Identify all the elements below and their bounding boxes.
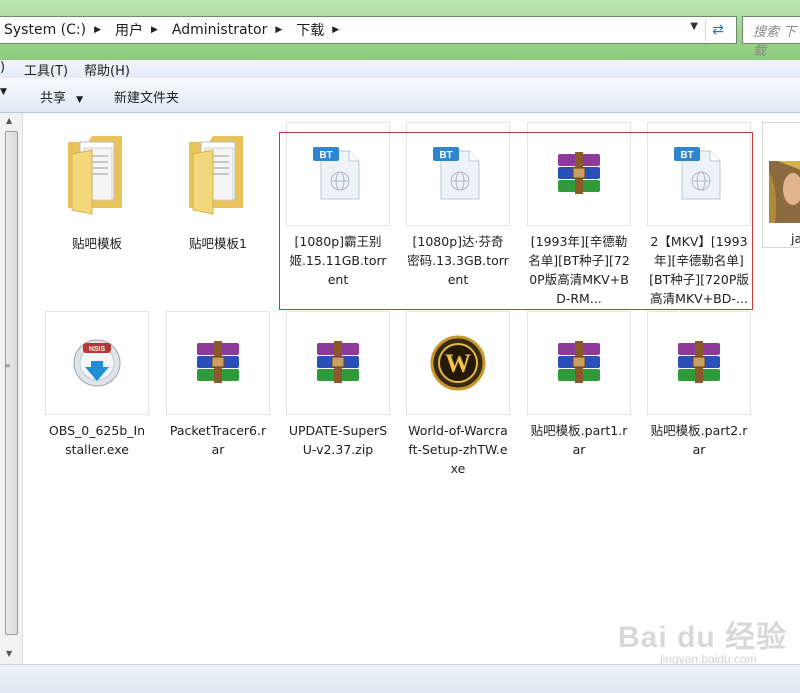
breadcrumb-label: 用户 (115, 23, 143, 39)
file-name: [1993年][辛德勒名单][BT种子][720P版高清MKV+BD-RM... (528, 234, 630, 306)
chevron-down-icon: ▼ (76, 95, 84, 105)
share-label: 共享 (40, 91, 67, 106)
scrollbar-thumb[interactable] (5, 131, 18, 635)
file-name: 贴吧模板 (71, 236, 122, 251)
command-bar: ▼ 共享 ▼ 新建文件夹 (0, 78, 800, 113)
breadcrumb-arrow-icon[interactable]: ▶ (275, 25, 282, 35)
file-name: 2【MKV】[1993年][辛德勒名单][BT种子][720P版高清MKV+BD… (649, 234, 749, 306)
address-bar-area: System (C:) ▶ 用户 ▶ Administrator ▶ 下载 ▶ … (0, 0, 800, 60)
file-item-torrent[interactable]: BT 2【MKV】[1993年][辛德勒名单][BT种子][720P版高清MKV… (646, 122, 752, 308)
svg-text:BT: BT (439, 150, 452, 161)
file-name: World-of-Warcraft-Setup-zhTW.exe (408, 423, 508, 476)
menu-item-tools[interactable]: 工具(T) (24, 60, 68, 79)
torrent-file-icon: BT (313, 147, 360, 200)
organize-dropdown-icon[interactable]: ▼ (0, 87, 7, 97)
svg-text:BT: BT (680, 150, 693, 161)
breadcrumb-item-downloads[interactable]: 下载 ▶ (292, 20, 349, 40)
file-thumbnail (647, 311, 751, 415)
breadcrumb-arrow-icon[interactable]: ▶ (94, 25, 101, 35)
vertical-scrollbar[interactable]: ▲ ≡ ▼ (0, 113, 23, 664)
file-thumbnail: BT (647, 122, 751, 226)
photo-thumbnail-icon (769, 161, 800, 223)
breadcrumb-label: System (C:) (4, 22, 87, 38)
file-thumbnail (527, 311, 631, 415)
breadcrumb-item-drive[interactable]: System (C:) ▶ (0, 22, 111, 38)
file-name: 贴吧模板.part2.rar (650, 423, 748, 457)
rar-archive-icon (197, 341, 239, 383)
file-name: [1080p]霸王别姬.15.11GB.torrent (289, 234, 387, 287)
rar-archive-icon (558, 152, 600, 194)
file-item-exe[interactable]: W World-of-Warcraft-Setup-zhTW.exe (405, 311, 511, 478)
file-item-archive[interactable]: PacketTracer6.rar (165, 311, 271, 459)
file-thumbnail: NSIS (45, 311, 149, 415)
refresh-icon[interactable]: ⇄ (705, 19, 730, 41)
breadcrumb-arrow-icon[interactable]: ▶ (332, 25, 339, 35)
rar-archive-icon (678, 341, 720, 383)
new-folder-button[interactable]: 新建文件夹 (114, 87, 179, 106)
file-item-torrent[interactable]: BT [1080p]霸王别姬.15.11GB.torrent (285, 122, 391, 289)
file-name: PacketTracer6.rar (169, 423, 267, 457)
scroll-down-icon[interactable]: ▼ (6, 649, 12, 658)
status-bar (0, 664, 800, 693)
file-name: [1080p]达·芬奇密码.13.3GB.torrent (407, 234, 509, 287)
share-button[interactable]: 共享 ▼ (40, 87, 83, 106)
file-thumbnail (166, 311, 270, 415)
warcraft-game-icon: W (430, 335, 486, 391)
file-name: 贴吧模板.part1.rar (530, 423, 628, 457)
file-item-archive[interactable]: [1993年][辛德勒名单][BT种子][720P版高清MKV+BD-RM... (526, 122, 632, 308)
file-thumbnail: BT (286, 122, 390, 226)
breadcrumb-item-administrator[interactable]: Administrator ▶ (168, 22, 292, 38)
file-name: ja (791, 231, 800, 246)
torrent-file-icon: BT (433, 147, 480, 200)
rar-archive-icon (317, 341, 359, 383)
file-thumbnail: W (406, 311, 510, 415)
installer-icon: NSIS (73, 339, 121, 387)
torrent-file-icon: BT (674, 147, 721, 200)
file-item-torrent[interactable]: BT [1080p]达·芬奇密码.13.3GB.torrent (405, 122, 511, 289)
breadcrumb-label: Administrator (171, 22, 268, 38)
menu-bar: ) 工具(T) 帮助(H) (0, 60, 800, 79)
file-name: UPDATE-SuperSU-v2.37.zip (288, 423, 388, 457)
breadcrumb[interactable]: System (C:) ▶ 用户 ▶ Administrator ▶ 下载 ▶ … (0, 16, 737, 44)
file-item-archive[interactable]: 贴吧模板.part1.rar (526, 311, 632, 459)
file-item-image[interactable]: ja (762, 122, 800, 248)
folder-icon (189, 136, 243, 215)
file-thumbnail (286, 311, 390, 415)
rar-archive-icon (558, 341, 600, 383)
file-item-folder[interactable]: 贴吧模板 (44, 122, 150, 253)
file-item-installer[interactable]: NSIS OBS_0_625b_Installer.exe (44, 311, 150, 459)
file-thumbnail (166, 122, 270, 226)
scroll-grip-icon: ≡ (4, 361, 11, 370)
file-thumbnail: ja (762, 122, 800, 248)
file-thumbnail: BT (406, 122, 510, 226)
file-item-archive[interactable]: UPDATE-SuperSU-v2.37.zip (285, 311, 391, 459)
menu-item-help[interactable]: 帮助(H) (84, 60, 130, 79)
file-name: 贴吧模板1 (189, 236, 247, 251)
file-item-archive[interactable]: 贴吧模板.part2.rar (646, 311, 752, 459)
scroll-up-icon[interactable]: ▲ (6, 116, 12, 125)
svg-text:BT: BT (319, 150, 332, 161)
breadcrumb-arrow-icon[interactable]: ▶ (151, 25, 158, 35)
svg-text:NSIS: NSIS (89, 346, 106, 353)
breadcrumb-item-users[interactable]: 用户 ▶ (111, 20, 168, 40)
breadcrumb-label: 下载 (296, 23, 325, 39)
svg-text:W: W (445, 349, 471, 378)
file-thumbnail (527, 122, 631, 226)
baidu-watermark-logo: Bai du 经验 (618, 621, 788, 654)
file-thumbnail (45, 122, 149, 226)
file-name: OBS_0_625b_Installer.exe (48, 423, 146, 457)
menu-item-partial[interactable]: ) (0, 60, 5, 75)
search-input[interactable]: 搜索 下载 (742, 16, 800, 59)
address-dropdown-icon[interactable]: ▼ (690, 21, 698, 32)
folder-icon (68, 136, 122, 215)
file-item-folder[interactable]: 贴吧模板1 (165, 122, 271, 253)
